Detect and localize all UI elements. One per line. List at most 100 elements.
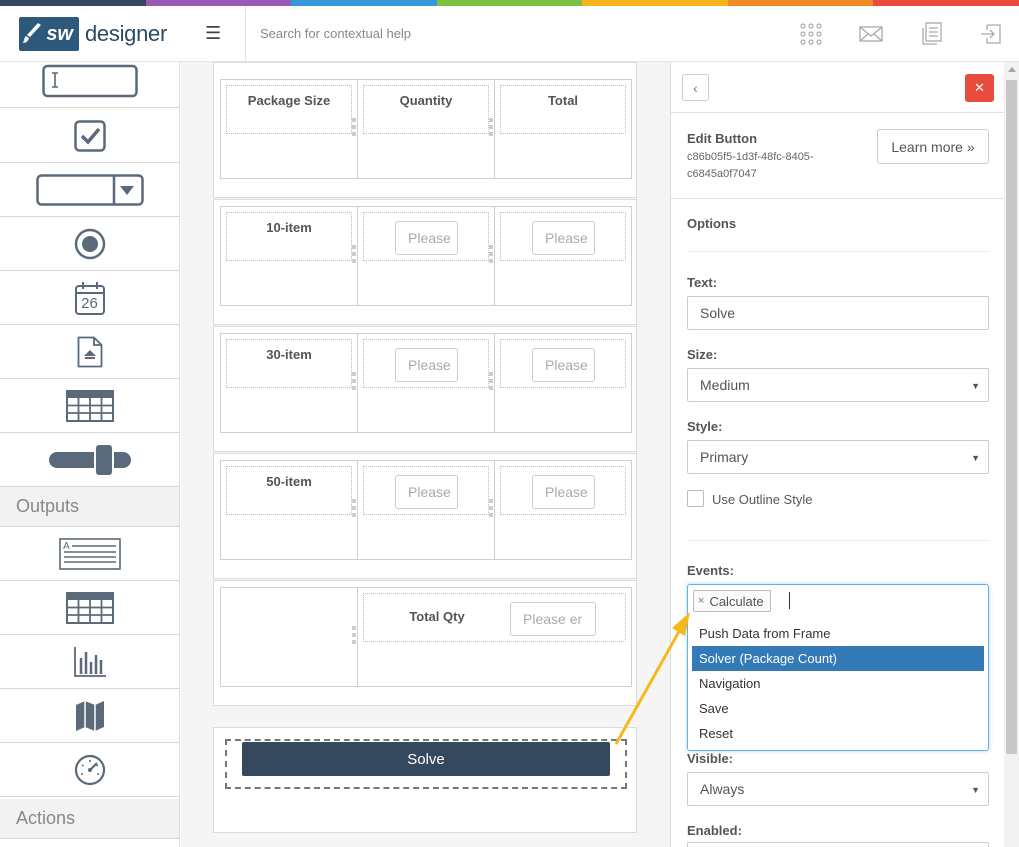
event-option[interactable]: Push Data from Frame <box>692 621 984 646</box>
total-cell[interactable]: Please <box>494 460 632 560</box>
quantity-input[interactable]: Please <box>395 221 458 255</box>
header-cell-content: Quantity <box>363 85 489 134</box>
quantity-cell-content: Please <box>363 212 489 261</box>
total-input[interactable]: Please <box>532 475 595 509</box>
close-button[interactable]: ✕ <box>965 74 994 102</box>
scroll-thumb[interactable] <box>1006 80 1017 754</box>
tool-text-input[interactable] <box>0 62 179 108</box>
panel-scrollbar[interactable] <box>1004 62 1019 847</box>
tool-checkbox[interactable] <box>0 109 179 163</box>
header-cell[interactable]: Quantity <box>357 79 495 179</box>
resize-grip[interactable] <box>352 245 356 266</box>
header-cell[interactable]: Total <box>494 79 632 179</box>
visible-select[interactable]: Always ▼ <box>687 772 989 806</box>
chevron-down-icon: ▼ <box>971 453 980 463</box>
event-option-selected[interactable]: Solver (Package Count) <box>692 646 984 671</box>
actions-section-label: Actions <box>0 799 179 839</box>
quantity-cell[interactable]: Please <box>357 333 495 433</box>
app-logo[interactable]: sw designer <box>19 17 167 51</box>
total-qty-label: Total Qty <box>409 609 465 624</box>
header-cell-content: Total <box>500 85 626 134</box>
tool-map[interactable] <box>0 689 179 743</box>
resize-grip[interactable] <box>352 626 356 647</box>
total-cell[interactable]: Please <box>494 206 632 306</box>
design-canvas[interactable]: Package Size Quantity Total 10-item Plea… <box>181 62 670 847</box>
frame-row-30-item[interactable]: 30-item Please Please <box>213 326 637 452</box>
dropdown-icon <box>35 173 144 206</box>
resize-grip[interactable] <box>352 118 356 139</box>
label-cell-content: 50-item <box>226 466 352 515</box>
document-stack-icon[interactable] <box>921 22 945 46</box>
size-select[interactable]: Medium ▼ <box>687 368 989 402</box>
tool-slider[interactable] <box>0 433 179 487</box>
tool-table[interactable] <box>0 379 179 433</box>
mail-icon[interactable] <box>859 22 883 46</box>
remove-token-icon[interactable]: × <box>698 595 704 607</box>
quantity-input[interactable]: Please <box>395 348 458 382</box>
learn-more-button[interactable]: Learn more » <box>877 129 989 164</box>
style-select[interactable]: Primary ▼ <box>687 440 989 474</box>
events-multiselect[interactable]: × Calculate Push Data from Frame Solver … <box>687 584 989 751</box>
selected-button-outline[interactable]: Solve <box>225 739 627 789</box>
divider <box>687 251 989 252</box>
properties-panel: ‹ ✕ Edit Button c86b05f5-1d3f-48fc-8405-… <box>670 62 1004 847</box>
resize-grip[interactable] <box>352 372 356 393</box>
outline-style-checkbox[interactable] <box>687 490 704 507</box>
apps-grid-icon[interactable] <box>799 22 823 46</box>
total-cell-content: Please <box>500 339 626 388</box>
menu-toggle-icon[interactable]: ☰ <box>205 23 221 44</box>
event-option[interactable]: Save <box>692 696 984 721</box>
resize-grip[interactable] <box>489 245 493 266</box>
frame-row-headers[interactable]: Package Size Quantity Total <box>213 62 637 198</box>
label-cell[interactable]: 30-item <box>220 333 358 433</box>
total-cell-content: Please <box>500 466 626 515</box>
event-option[interactable]: Reset <box>692 721 984 746</box>
quantity-cell[interactable]: Please <box>357 206 495 306</box>
resize-grip[interactable] <box>489 499 493 520</box>
header-cell-content: Package Size <box>226 85 352 134</box>
svg-text:A: A <box>63 541 70 552</box>
tool-dropdown[interactable] <box>0 163 179 217</box>
tool-file-upload[interactable] <box>0 325 179 379</box>
event-token[interactable]: × Calculate <box>693 590 771 612</box>
resize-grip[interactable] <box>489 372 493 393</box>
label-cell[interactable]: 10-item <box>220 206 358 306</box>
resize-grip[interactable] <box>489 118 493 139</box>
total-cell-content: Please <box>500 212 626 261</box>
total-input[interactable]: Please <box>532 348 595 382</box>
scroll-up-arrow-icon[interactable] <box>1008 67 1016 72</box>
panel-title: Edit Button <box>687 131 758 146</box>
contextual-help-search-input[interactable] <box>260 22 660 44</box>
total-qty-input[interactable]: Please er <box>510 602 596 636</box>
total-input[interactable]: Please <box>532 221 595 255</box>
label-cell[interactable]: 50-item <box>220 460 358 560</box>
frame-row-10-item[interactable]: 10-item Please Please <box>213 199 637 325</box>
frame-row-total-qty[interactable]: Total Qty Please er <box>213 580 637 706</box>
quantity-input[interactable]: Please <box>395 475 458 509</box>
frame-row-50-item[interactable]: 50-item Please Please <box>213 453 637 579</box>
total-qty-cell[interactable]: Total Qty Please er <box>357 587 632 687</box>
empty-cell[interactable] <box>220 587 358 687</box>
tool-chart[interactable] <box>0 635 179 689</box>
tool-radio[interactable] <box>0 217 179 271</box>
text-field[interactable]: Solve <box>687 296 989 330</box>
outline-style-label[interactable]: Use Outline Style <box>712 492 812 507</box>
solve-button[interactable]: Solve <box>242 742 610 776</box>
header-total: Total <box>547 93 579 108</box>
back-button[interactable]: ‹ <box>682 74 709 101</box>
total-cell[interactable]: Please <box>494 333 632 433</box>
event-option[interactable]: Navigation <box>692 671 984 696</box>
tool-table-output[interactable] <box>0 581 179 635</box>
tool-text-output[interactable]: A <box>0 527 179 581</box>
tool-date-picker[interactable]: 26 <box>0 271 179 325</box>
quantity-cell[interactable]: Please <box>357 460 495 560</box>
sign-out-icon[interactable] <box>979 22 1003 46</box>
divider <box>687 540 989 541</box>
enabled-select[interactable] <box>687 842 989 847</box>
calendar-icon: 26 <box>74 281 105 315</box>
tool-gauge[interactable] <box>0 743 179 797</box>
header-cell[interactable]: Package Size <box>220 79 358 179</box>
label-cell-content: 10-item <box>226 212 352 261</box>
logo-badge-text: sw <box>46 22 73 45</box>
resize-grip[interactable] <box>352 499 356 520</box>
